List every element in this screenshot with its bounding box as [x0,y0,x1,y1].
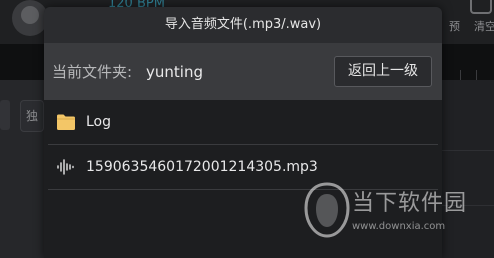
solo-button[interactable]: 独 [20,100,44,132]
track-divider [442,150,494,151]
watermark-url: www.downxia.com [352,221,446,232]
current-folder-bar: 当前文件夹: yunting 返回上一级 [44,43,442,100]
current-folder-label: 当前文件夹: [52,63,133,81]
toolbar-label-clear[interactable]: 清空 [474,18,494,33]
list-item-label: Log [86,114,112,130]
track-area [442,80,494,258]
go-up-button[interactable]: 返回上一级 [334,56,432,87]
list-item-audio-file[interactable]: 1590635460172001214305.mp3 [44,145,442,190]
clear-icon [470,0,492,14]
current-folder-name: yunting [146,63,203,81]
app-screen: 120 BPM 预 清空 独 导入音频文件(.mp3/.wav) 当前文件夹: … [0,0,494,258]
track-color-tab [0,100,10,130]
dialog-title: 导入音频文件(.mp3/.wav) [44,7,442,43]
ruler-tick [460,70,461,80]
folder-icon [57,114,75,130]
list-item-label: 1590635460172001214305.mp3 [86,159,318,175]
watermark-logo-icon [304,182,350,238]
ruler-tick [476,70,477,80]
list-item-folder-log[interactable]: Log [44,100,442,145]
toolbar-label-preview[interactable]: 预 [449,18,469,33]
record-dot-icon [21,6,39,24]
file-list: Log 1590635460172001214305.mp3 [44,100,442,258]
watermark-brand: 当下软件园 [352,191,468,216]
audio-waveform-icon [57,159,74,175]
